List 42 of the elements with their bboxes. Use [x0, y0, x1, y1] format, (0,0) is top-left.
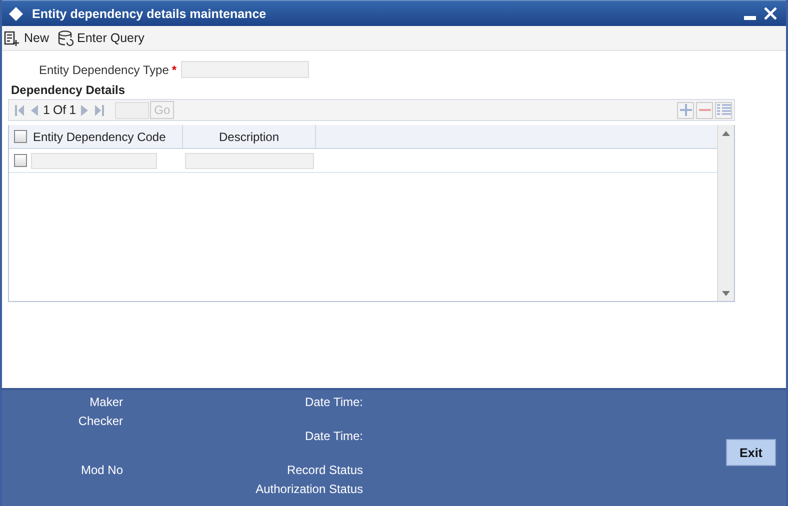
scroll-up-icon[interactable]: [722, 131, 730, 136]
delete-row-button[interactable]: [696, 102, 713, 118]
authorization-status-label: Authorization Status: [254, 482, 363, 498]
scroll-down-icon[interactable]: [722, 291, 730, 296]
diamond-icon: [8, 6, 24, 22]
new-button[interactable]: New: [4, 30, 50, 46]
page-field[interactable]: [115, 102, 150, 118]
date-time-label: Date Time:: [304, 395, 363, 411]
page-total: 1: [69, 103, 76, 117]
last-page-icon[interactable]: [95, 104, 106, 116]
code-field[interactable]: [31, 152, 157, 168]
new-document-icon: [4, 30, 21, 46]
checkbox[interactable]: [14, 154, 26, 167]
plus-icon: [680, 104, 692, 116]
description-field[interactable]: [185, 152, 314, 168]
first-page-icon[interactable]: [14, 104, 24, 116]
close-icon[interactable]: [764, 7, 777, 20]
mod-no-label: Mod No: [80, 463, 123, 479]
checker-label: Checker: [77, 414, 123, 429]
scrollbar[interactable]: [717, 125, 734, 301]
minimize-icon[interactable]: [744, 16, 756, 20]
column-header: Description: [183, 125, 316, 148]
record-status-label: Record Status: [286, 463, 363, 479]
field-label: Entity Dependency Type: [39, 62, 169, 76]
maker-label: Maker: [88, 395, 123, 411]
column-header: Entity Dependency Code: [31, 125, 183, 148]
list-view-button[interactable]: [715, 102, 732, 118]
date-time-label: Date Time:: [304, 429, 363, 445]
section-title: Dependency Details: [11, 83, 126, 97]
required-mark: *: [172, 62, 177, 76]
exit-button[interactable]: Exit: [726, 439, 776, 466]
database-icon: [57, 30, 74, 46]
entity-dependency-type-field[interactable]: [180, 61, 309, 78]
add-row-button[interactable]: [677, 102, 694, 118]
page-number: 1: [43, 103, 50, 117]
page-of: Of: [52, 103, 66, 117]
previous-page-icon[interactable]: [31, 104, 38, 116]
list-icon: [716, 104, 730, 116]
next-page-icon[interactable]: [81, 104, 88, 116]
enter-query-button[interactable]: Enter Query: [57, 30, 144, 46]
window-title: Entity dependency details maintenance: [32, 6, 266, 20]
checkbox[interactable]: [14, 130, 26, 143]
